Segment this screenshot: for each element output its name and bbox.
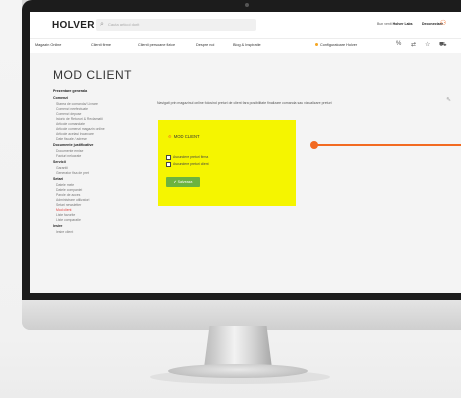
callout-line bbox=[316, 144, 461, 146]
search-icon: ⌕ bbox=[100, 21, 104, 28]
page-description: Navigati prin magazinul online folosind … bbox=[157, 101, 332, 105]
mod-client-panel: ⚙ MOD CLIENT Ascundere preturi firma Ascu… bbox=[158, 120, 296, 206]
page-title: MOD CLIENT bbox=[53, 68, 133, 82]
main-nav: Magazin Online Clienti firme Clienti per… bbox=[30, 38, 461, 53]
hide-client-prices-checkbox[interactable] bbox=[166, 162, 171, 167]
settings-icon: ⚙ bbox=[168, 134, 172, 139]
percent-icon[interactable]: % bbox=[396, 41, 401, 47]
hide-company-prices-label: Ascundere preturi firma bbox=[173, 155, 209, 159]
hide-company-prices-checkbox[interactable] bbox=[166, 155, 171, 160]
webcam bbox=[245, 3, 249, 7]
nav-magazin-online[interactable]: Magazin Online bbox=[35, 43, 61, 47]
sidebar-heading[interactable]: Prezentare generala bbox=[53, 88, 153, 95]
search-placeholder: Cauta articol dorit bbox=[108, 22, 140, 27]
mouse-cursor: ⇖ bbox=[446, 97, 452, 103]
search-input[interactable]: ⌕ Cauta articol dorit bbox=[96, 19, 256, 31]
nav-despre-noi[interactable]: Despre noi bbox=[196, 43, 214, 47]
favorite-icon[interactable]: ☆ bbox=[425, 41, 430, 48]
monitor-chin bbox=[22, 300, 461, 330]
sidebar-heading[interactable]: Comenzi bbox=[53, 95, 153, 102]
cart-icon[interactable]: ⛟ bbox=[439, 41, 447, 49]
site-header: HOLVER ⌕ Cauta articol dorit Bun venit H… bbox=[30, 12, 461, 38]
sidebar-heading[interactable]: Setari bbox=[53, 176, 153, 183]
nav-clienti-persoane-fizice[interactable]: Clienti persoane fizice bbox=[138, 43, 175, 47]
hide-client-prices-label: Ascundere preturi client bbox=[173, 162, 209, 166]
callout-dot bbox=[310, 141, 318, 149]
account-sidebar: Prezentare generala Comenzi Starea de coma… bbox=[53, 88, 153, 235]
sidebar-item[interactable]: Iesire client bbox=[53, 230, 153, 235]
nav-blog[interactable]: Blog & Inspiratie bbox=[233, 43, 261, 47]
sidebar-heading[interactable]: Servicii bbox=[53, 159, 153, 166]
user-icon[interactable]: ⚇ bbox=[440, 19, 446, 27]
save-button[interactable]: ✔ Salveaza bbox=[166, 177, 200, 187]
sidebar-heading[interactable]: Iesire bbox=[53, 223, 153, 230]
screen: HOLVER ⌕ Cauta articol dorit Bun venit H… bbox=[30, 12, 461, 293]
sidebar-heading[interactable]: Documente justificative bbox=[53, 142, 153, 149]
stand-foot bbox=[168, 364, 308, 378]
configurator-icon bbox=[315, 43, 318, 46]
site-logo[interactable]: HOLVER bbox=[52, 20, 95, 31]
panel-title: ⚙ MOD CLIENT bbox=[168, 134, 200, 139]
configurator-link[interactable]: Configuratoare Holver bbox=[315, 43, 357, 47]
welcome-text: Bun venit Holver Labs bbox=[377, 22, 413, 26]
stand-neck bbox=[204, 326, 272, 368]
nav-clienti-firme[interactable]: Clienti firme bbox=[91, 43, 111, 47]
compare-icon[interactable]: ⇄ bbox=[411, 41, 416, 48]
